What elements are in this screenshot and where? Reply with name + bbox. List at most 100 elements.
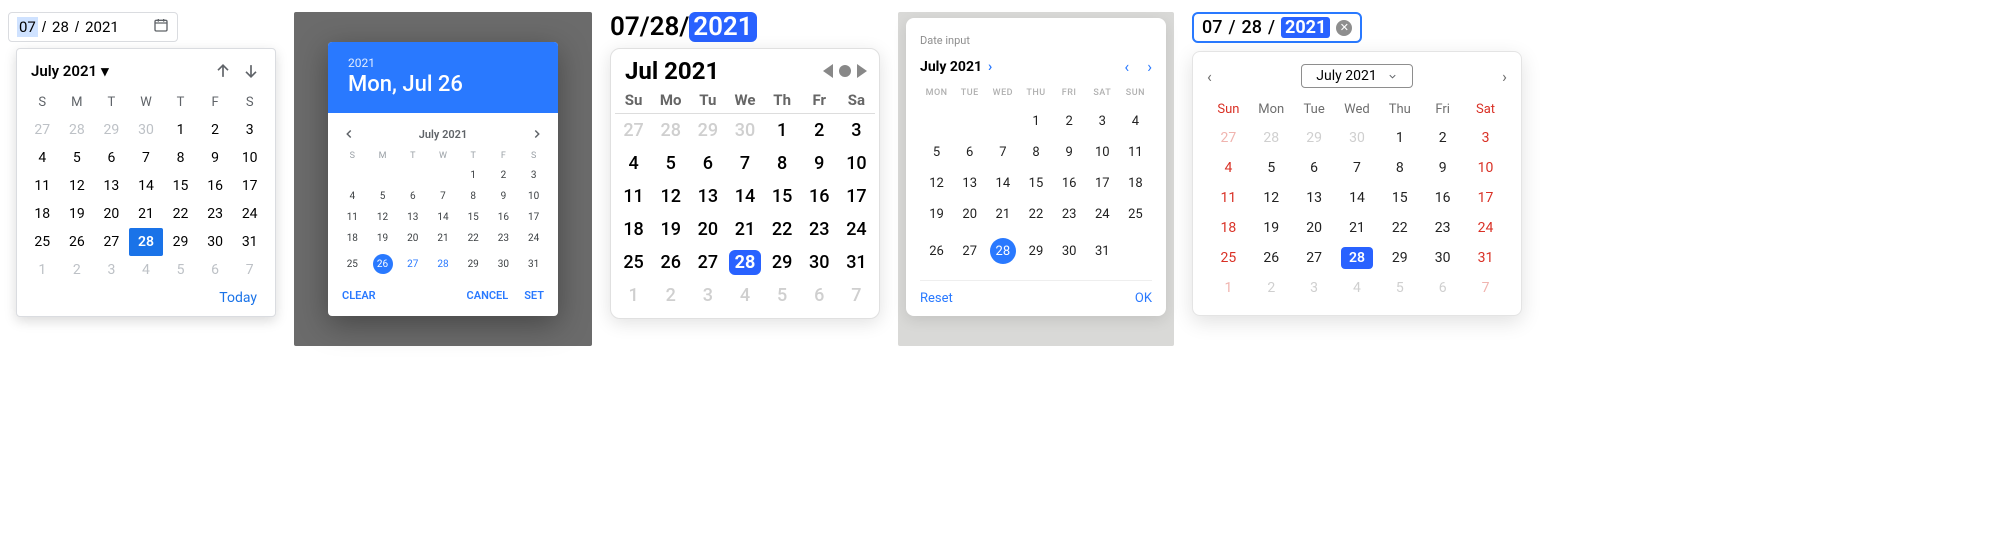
year-segment[interactable]: 2021 (1281, 17, 1330, 38)
day-cell[interactable]: 3 (519, 165, 549, 186)
day-cell[interactable]: 17 (1464, 183, 1507, 213)
set-button[interactable]: SET (524, 289, 544, 302)
day-cell[interactable]: 15 (163, 172, 198, 200)
day-segment[interactable]: 28 (50, 17, 71, 37)
day-cell[interactable]: 4 (129, 256, 164, 284)
day-cell[interactable]: 25 (615, 246, 652, 279)
day-cell[interactable]: 1 (1378, 123, 1421, 153)
day-cell[interactable]: 7 (428, 186, 458, 207)
day-cell[interactable]: 19 (60, 200, 95, 228)
day-cell[interactable]: 26 (367, 249, 397, 279)
clear-icon[interactable]: ✕ (1336, 20, 1352, 36)
next-month-icon[interactable] (241, 61, 261, 81)
day-cell[interactable]: 7 (1464, 273, 1507, 303)
day-cell[interactable]: 16 (1421, 183, 1464, 213)
date-input[interactable]: 07 / 28 / 2021 ✕ (1192, 12, 1362, 43)
day-cell[interactable]: 19 (1250, 213, 1293, 243)
day-cell[interactable]: 27 (25, 116, 60, 144)
day-cell[interactable]: 29 (94, 116, 129, 144)
day-cell[interactable]: 6 (953, 137, 986, 168)
day-cell[interactable]: 7 (232, 256, 267, 284)
day-cell[interactable]: 21 (1336, 213, 1379, 243)
date-input[interactable]: 07/28/2021 (610, 12, 880, 42)
day-cell[interactable]: 28 (129, 228, 164, 256)
day-cell[interactable]: 6 (801, 279, 838, 312)
day-cell[interactable]: 19 (652, 213, 689, 246)
day-cell[interactable]: 7 (1336, 153, 1379, 183)
day-cell[interactable]: 5 (163, 256, 198, 284)
day-cell[interactable]: 4 (615, 147, 652, 180)
day-segment[interactable]: 28 (1242, 17, 1262, 38)
day-cell[interactable]: 23 (488, 228, 518, 249)
day-cell[interactable]: 15 (1378, 183, 1421, 213)
day-cell[interactable]: 5 (764, 279, 801, 312)
day-cell[interactable]: 23 (1053, 199, 1086, 230)
month-year-label[interactable]: Jul 2021 (625, 57, 719, 85)
day-cell[interactable]: 2 (652, 279, 689, 312)
day-cell[interactable]: 4 (337, 186, 367, 207)
day-cell[interactable]: 6 (398, 186, 428, 207)
day-cell[interactable]: 18 (1119, 168, 1152, 199)
day-cell[interactable]: 31 (519, 249, 549, 279)
prev-month-icon[interactable] (342, 127, 356, 141)
day-cell[interactable]: 4 (25, 144, 60, 172)
day-cell[interactable]: 9 (1421, 153, 1464, 183)
day-cell[interactable]: 7 (726, 147, 763, 180)
today-icon[interactable] (839, 65, 851, 77)
day-cell[interactable]: 2 (1421, 123, 1464, 153)
day-cell[interactable]: 7 (129, 144, 164, 172)
month-year-button[interactable]: July 2021 ▾ (31, 62, 109, 80)
day-cell[interactable]: 17 (519, 207, 549, 228)
day-cell[interactable]: 24 (1086, 199, 1119, 230)
day-cell[interactable]: 13 (953, 168, 986, 199)
clear-button[interactable]: CLEAR (342, 289, 376, 302)
day-cell[interactable]: 1 (1019, 106, 1052, 137)
day-cell[interactable]: 28 (60, 116, 95, 144)
header-year[interactable]: 2021 (348, 56, 538, 70)
day-cell[interactable]: 5 (652, 147, 689, 180)
day-cell[interactable]: 9 (488, 186, 518, 207)
calendar-icon[interactable] (153, 17, 169, 37)
day-cell[interactable]: 31 (1464, 243, 1507, 273)
day-cell[interactable]: 3 (1293, 273, 1336, 303)
day-cell[interactable]: 27 (1207, 123, 1250, 153)
day-cell[interactable]: 2 (801, 114, 838, 148)
day-cell[interactable]: 21 (129, 200, 164, 228)
day-cell[interactable]: 29 (1293, 123, 1336, 153)
day-cell[interactable]: 28 (986, 230, 1019, 272)
day-cell[interactable]: 12 (652, 180, 689, 213)
day-cell[interactable]: 12 (367, 207, 397, 228)
day-cell[interactable]: 8 (1378, 153, 1421, 183)
day-cell[interactable]: 1 (615, 279, 652, 312)
day-cell[interactable]: 26 (920, 230, 953, 272)
day-cell[interactable]: 18 (337, 228, 367, 249)
day-cell[interactable]: 30 (1053, 230, 1086, 272)
day-cell[interactable]: 5 (920, 137, 953, 168)
day-cell[interactable]: 27 (94, 228, 129, 256)
day-cell[interactable]: 22 (1019, 199, 1052, 230)
day-cell[interactable]: 6 (689, 147, 726, 180)
day-cell[interactable]: 21 (986, 199, 1019, 230)
day-cell[interactable]: 2 (1250, 273, 1293, 303)
day-cell[interactable]: 25 (337, 249, 367, 279)
day-cell[interactable]: 29 (764, 246, 801, 279)
day-cell[interactable]: 6 (1293, 153, 1336, 183)
day-cell[interactable]: 13 (94, 172, 129, 200)
day-cell[interactable]: 16 (198, 172, 233, 200)
day-cell[interactable]: 11 (25, 172, 60, 200)
next-month-icon[interactable]: › (1502, 67, 1507, 86)
prev-month-icon[interactable]: ‹ (1207, 67, 1212, 86)
day-cell[interactable]: 12 (60, 172, 95, 200)
day-cell[interactable]: 27 (953, 230, 986, 272)
day-cell[interactable]: 4 (1207, 153, 1250, 183)
day-cell[interactable]: 4 (1336, 273, 1379, 303)
day-cell[interactable]: 8 (1019, 137, 1052, 168)
month-year-select[interactable]: July 2021 (1301, 64, 1412, 88)
day-cell[interactable]: 9 (801, 147, 838, 180)
day-cell[interactable]: 28 (428, 249, 458, 279)
day-cell[interactable]: 23 (198, 200, 233, 228)
day-cell[interactable]: 16 (801, 180, 838, 213)
day-cell[interactable]: 28 (1336, 243, 1379, 273)
day-cell[interactable]: 30 (488, 249, 518, 279)
day-cell[interactable]: 24 (232, 200, 267, 228)
